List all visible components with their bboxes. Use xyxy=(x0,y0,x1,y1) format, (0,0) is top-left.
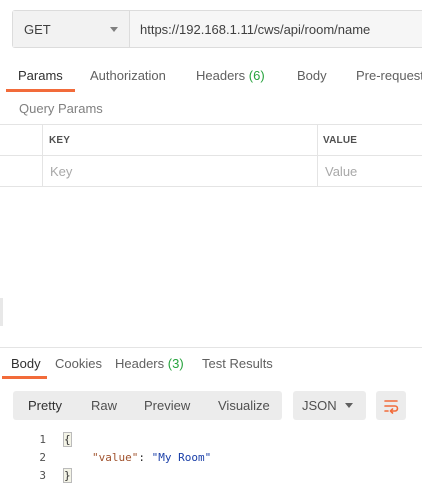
tab-cookies[interactable]: Cookies xyxy=(55,356,102,371)
json-key: "value" xyxy=(92,451,139,464)
method-label: GET xyxy=(24,21,51,37)
visualize-button[interactable]: Visualize xyxy=(218,398,270,413)
request-bar: GET https://192.168.1.11/cws/api/room/na… xyxy=(12,10,422,48)
wrap-lines-button[interactable] xyxy=(376,391,406,420)
preview-button[interactable]: Preview xyxy=(144,398,190,413)
active-tab-indicator xyxy=(6,89,75,92)
table-header-row: KEY VALUE xyxy=(0,125,422,156)
column-key-header: KEY xyxy=(49,135,71,146)
raw-button[interactable]: Raw xyxy=(91,398,117,413)
param-key-input[interactable]: Key xyxy=(50,164,72,179)
format-label: JSON xyxy=(302,398,337,413)
tab-pre-request[interactable]: Pre-request xyxy=(356,68,422,83)
json-colon: : xyxy=(138,451,152,464)
code-text: } xyxy=(63,468,72,483)
open-brace: { xyxy=(63,432,72,447)
query-params-title: Query Params xyxy=(19,101,103,116)
response-headers-count-badge: (3) xyxy=(167,356,184,371)
line-number: 1 xyxy=(39,433,46,446)
code-line: 2 "value": "My Room" xyxy=(0,448,422,466)
tab-body[interactable]: Body xyxy=(297,68,327,83)
column-divider xyxy=(42,125,43,187)
tab-response-headers-label: Headers xyxy=(115,356,165,371)
tab-test-results[interactable]: Test Results xyxy=(202,356,273,371)
params-table: KEY VALUE Key Value xyxy=(0,124,422,187)
method-select[interactable]: GET xyxy=(13,11,130,47)
tab-response-body[interactable]: Body xyxy=(11,356,41,371)
close-brace: } xyxy=(63,468,72,483)
view-mode-group: Pretty Raw Preview Visualize xyxy=(13,391,282,420)
wrap-lines-icon xyxy=(384,399,399,414)
code-line: 3 } xyxy=(0,466,422,484)
response-body-code: 1 { 2 "value": "My Room" 3 } xyxy=(0,430,422,490)
tab-headers-label: Headers xyxy=(196,68,246,83)
chevron-down-icon xyxy=(345,403,353,408)
pretty-button[interactable]: Pretty xyxy=(28,398,62,413)
param-value-input[interactable]: Value xyxy=(325,164,357,179)
column-divider xyxy=(317,125,318,187)
json-value: "My Room" xyxy=(151,451,212,464)
request-tabs: Params Authorization Headers (6) Body Pr… xyxy=(0,60,422,92)
tab-headers[interactable]: Headers (6) xyxy=(196,68,265,83)
url-input[interactable]: https://192.168.1.11/cws/api/room/name xyxy=(130,11,422,47)
tab-response-headers[interactable]: Headers (3) xyxy=(115,356,184,371)
pane-divider xyxy=(0,347,422,348)
line-number: 2 xyxy=(39,451,46,464)
code-line: 1 { xyxy=(0,430,422,448)
line-number: 3 xyxy=(39,469,46,482)
table-row: Key Value xyxy=(0,156,422,187)
tab-params[interactable]: Params xyxy=(18,68,63,83)
column-value-header: VALUE xyxy=(323,135,358,146)
code-text: "value": "My Room" xyxy=(92,451,211,464)
code-text: { xyxy=(63,432,72,447)
tab-authorization[interactable]: Authorization xyxy=(90,68,166,83)
headers-count-badge: (6) xyxy=(248,68,265,83)
format-select[interactable]: JSON xyxy=(293,391,366,420)
pane-resize-handle[interactable] xyxy=(0,298,3,326)
chevron-down-icon xyxy=(110,27,118,32)
active-response-tab-indicator xyxy=(2,376,47,379)
